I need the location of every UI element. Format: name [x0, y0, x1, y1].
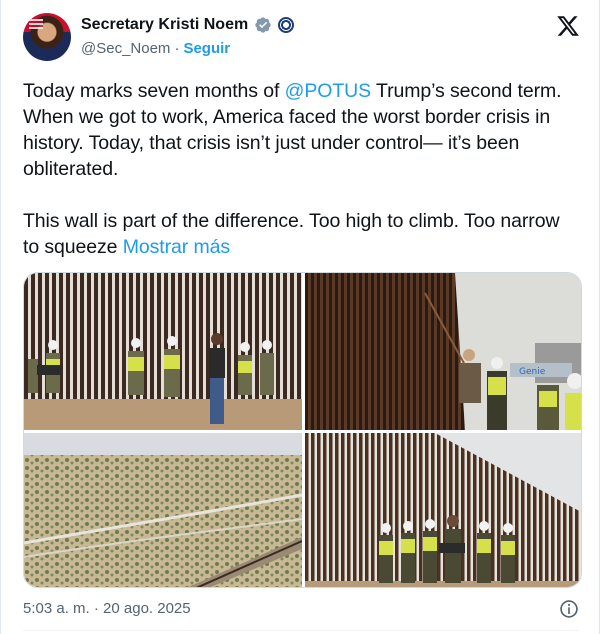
photo-officials-handshake[interactable] [24, 273, 302, 430]
separator-dot: · [174, 40, 180, 57]
tweet-paragraph-2: This wall is part of the difference. Too… [23, 208, 579, 260]
author-handle[interactable]: @Sec_Noem [81, 40, 170, 57]
genie-sign: Genie [519, 367, 546, 377]
media-grid: Genie [23, 272, 582, 588]
author-name[interactable]: Secretary Kristi Noem [81, 16, 248, 34]
tweet-text: Today marks seven months of @POTUS Trump… [23, 78, 579, 260]
x-logo-icon[interactable] [556, 14, 580, 38]
tweet-text-segment: Today marks seven months of [23, 80, 285, 102]
divider [23, 630, 579, 631]
photo-wall-officials[interactable] [305, 433, 581, 587]
tweet-paragraph-1: Today marks seven months of @POTUS Trump… [23, 78, 579, 182]
tweet-text-segment: This wall is part of the difference. Too… [23, 210, 560, 258]
avatar[interactable] [23, 13, 71, 61]
info-icon[interactable] [559, 599, 579, 619]
mention-link[interactable]: @POTUS [285, 80, 371, 102]
photo-aerial-desert[interactable] [24, 433, 302, 587]
government-seal-icon [278, 17, 295, 33]
author-name-row: Secretary Kristi Noem [81, 16, 295, 34]
verified-badge-icon [255, 17, 271, 33]
show-more-link[interactable]: Mostrar más [123, 236, 230, 258]
handle-row: @Sec_Noem · Seguir [81, 40, 230, 57]
timestamp[interactable]: 5:03 a. m. · 20 ago. 2025 [23, 600, 191, 617]
photo-wall-demonstration[interactable]: Genie [305, 273, 581, 430]
tweet-card: Secretary Kristi Noem @Sec_Noem · Seguir T… [0, 0, 600, 634]
follow-button[interactable]: Seguir [183, 40, 230, 57]
